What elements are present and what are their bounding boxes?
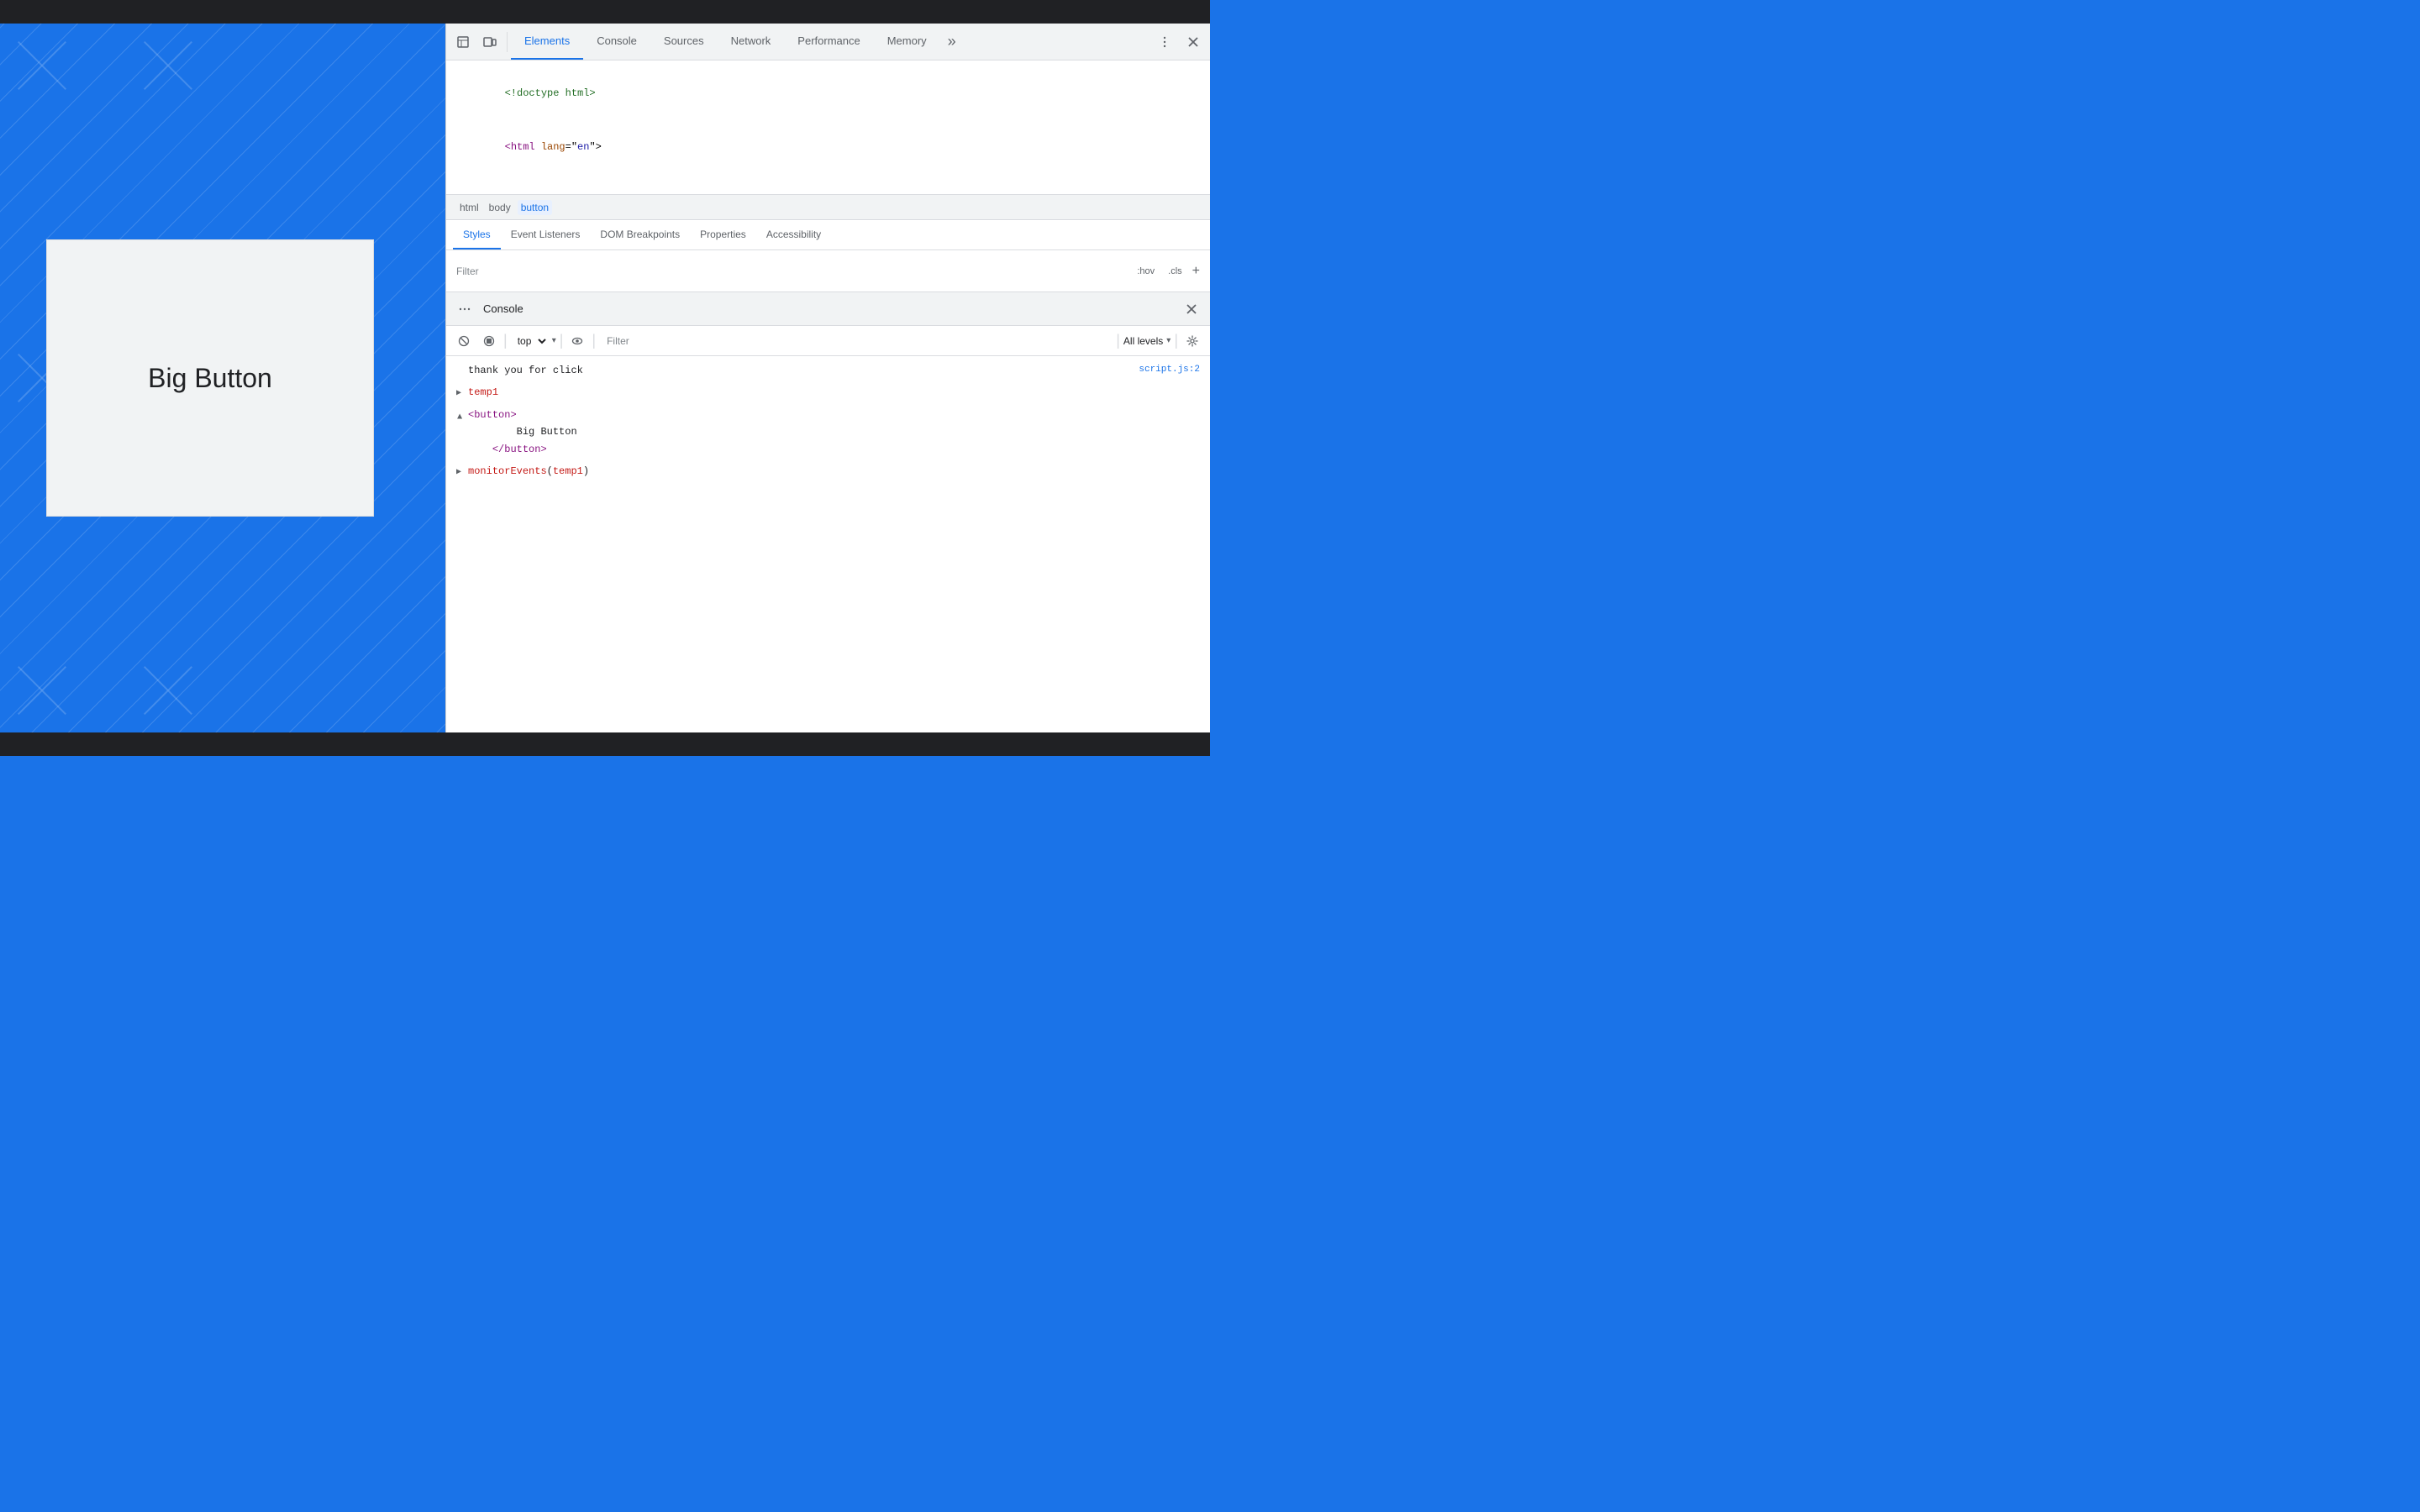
console-monitor-text: monitorEvents(temp1) xyxy=(468,463,1200,480)
breadcrumb-bar: html body button xyxy=(446,195,1210,220)
console-levels-label: All levels xyxy=(1123,335,1163,347)
breadcrumb-button[interactable]: button xyxy=(518,200,552,215)
console-close-button[interactable] xyxy=(1180,297,1203,321)
console-context-select[interactable]: top xyxy=(511,333,549,349)
styles-filter-input[interactable] xyxy=(456,265,1127,277)
sub-tabs-bar: Styles Event Listeners DOM Breakpoints P… xyxy=(446,220,1210,250)
console-separator-5: | xyxy=(1174,332,1178,349)
levels-dropdown-arrow: ▾ xyxy=(1166,336,1171,345)
devtools-panel: Elements Console Sources Network Perform… xyxy=(445,24,1210,732)
cls-button[interactable]: .cls xyxy=(1165,265,1186,278)
tab-elements[interactable]: Elements xyxy=(511,24,583,60)
console-source-link[interactable]: script.js:2 xyxy=(1139,362,1200,378)
html-tree: <!doctype html> <html lang="en"> ▶ <head… xyxy=(446,60,1210,195)
console-toolbar: | top ▾ | | | All levels ▾ | xyxy=(446,326,1210,356)
sub-tab-dom-breakpoints[interactable]: DOM Breakpoints xyxy=(590,220,690,249)
html-line-doctype[interactable]: <!doctype html> xyxy=(446,67,1210,120)
hov-button[interactable]: :hov xyxy=(1134,265,1158,278)
console-output[interactable]: ▶ thank you for click script.js:2 ▶ temp… xyxy=(446,356,1210,732)
html-line-head[interactable]: ▶ <head>…</head> xyxy=(446,173,1210,195)
console-element-content: <button> Big Button </button> xyxy=(468,407,577,458)
console-separator: | xyxy=(503,332,508,349)
close-devtools-button[interactable] xyxy=(1180,29,1207,55)
styles-filter-bar: :hov .cls + xyxy=(446,250,1210,292)
console-var-temp1: temp1 xyxy=(468,384,1200,401)
devtools-tabs: Elements Console Sources Network Perform… xyxy=(511,24,1151,60)
sub-tab-event-listeners[interactable]: Event Listeners xyxy=(501,220,591,249)
customize-devtools-button[interactable] xyxy=(1151,29,1178,55)
expand-icon[interactable]: ▶ xyxy=(456,465,461,480)
console-separator-2: | xyxy=(560,332,564,349)
big-button-text: Big Button xyxy=(148,363,272,394)
inspect-element-button[interactable] xyxy=(450,29,476,55)
webpage-preview: Big Button xyxy=(0,24,420,732)
console-stop-button[interactable] xyxy=(478,330,500,352)
breadcrumb-body[interactable]: body xyxy=(486,200,514,215)
elements-panel[interactable]: <!doctype html> <html lang="en"> ▶ <head… xyxy=(446,60,1210,195)
console-filter-input[interactable] xyxy=(599,333,1113,349)
console-separator-3: | xyxy=(592,332,596,349)
expand-icon[interactable]: ◀ xyxy=(452,413,466,418)
console-header: Console xyxy=(446,292,1210,326)
sub-tab-styles[interactable]: Styles xyxy=(453,220,501,249)
toolbar-divider xyxy=(507,32,508,52)
console-title: Console xyxy=(483,302,1180,315)
sub-tab-accessibility[interactable]: Accessibility xyxy=(756,220,831,249)
console-line-log[interactable]: ▶ thank you for click script.js:2 xyxy=(446,360,1210,381)
console-separator-4: | xyxy=(1116,332,1120,349)
toolbar-actions xyxy=(1151,29,1207,55)
browser-top-bar xyxy=(0,0,1210,24)
device-toolbar-button[interactable] xyxy=(476,29,503,55)
console-menu-button[interactable] xyxy=(453,297,476,321)
tab-sources[interactable]: Sources xyxy=(650,24,718,60)
breadcrumb-html[interactable]: html xyxy=(456,200,482,215)
add-style-button[interactable]: + xyxy=(1192,264,1200,279)
console-eye-button[interactable] xyxy=(566,330,588,352)
expand-icon[interactable]: ▶ xyxy=(456,386,461,401)
tab-network[interactable]: Network xyxy=(718,24,785,60)
console-line-monitor-events[interactable]: ▶ monitorEvents(temp1) xyxy=(446,460,1210,482)
console-log-text: thank you for click xyxy=(468,362,1132,379)
more-tabs-button[interactable]: » xyxy=(940,30,964,54)
html-line-html[interactable]: <html lang="en"> xyxy=(446,120,1210,173)
tab-console[interactable]: Console xyxy=(583,24,650,60)
console-clear-button[interactable] xyxy=(453,330,475,352)
sub-tab-properties[interactable]: Properties xyxy=(690,220,756,249)
tab-memory[interactable]: Memory xyxy=(874,24,940,60)
console-line-temp1[interactable]: ▶ temp1 xyxy=(446,381,1210,403)
console-line-button-element[interactable]: ◀ <button> Big Button </button> xyxy=(446,404,1210,460)
context-dropdown-arrow: ▾ xyxy=(552,336,556,345)
browser-bottom-bar xyxy=(0,732,1210,756)
tab-performance[interactable]: Performance xyxy=(784,24,873,60)
devtools-toolbar: Elements Console Sources Network Perform… xyxy=(446,24,1210,60)
console-settings-button[interactable] xyxy=(1181,330,1203,352)
big-button-container[interactable]: Big Button xyxy=(46,239,374,517)
